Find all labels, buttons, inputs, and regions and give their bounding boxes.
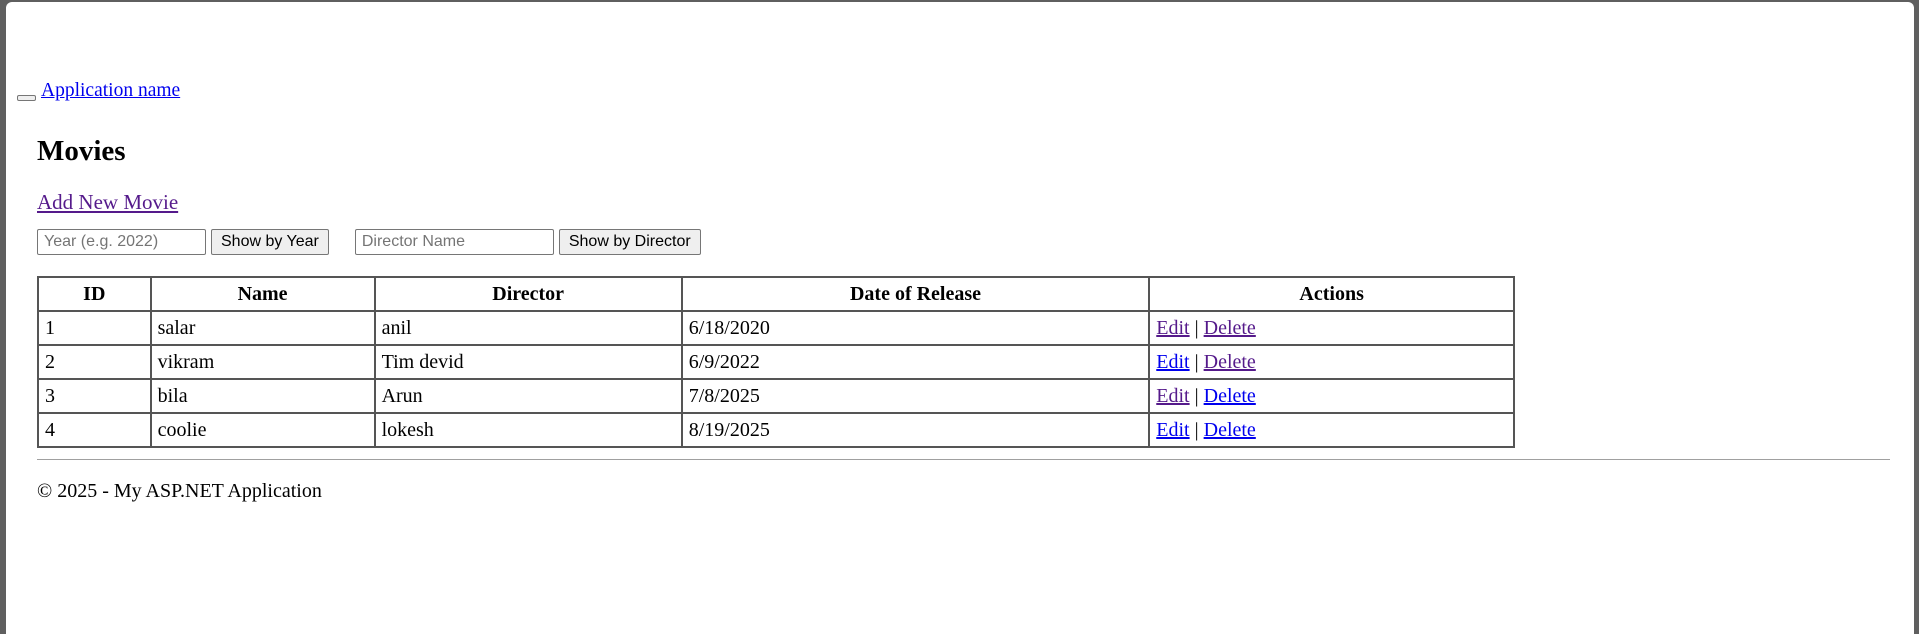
cell-director: Tim devid	[373, 344, 683, 380]
show-by-year-button[interactable]: Show by Year	[211, 229, 329, 255]
delete-link[interactable]: Delete	[1204, 317, 1256, 339]
cell-director: lokesh	[373, 412, 683, 448]
show-by-director-button[interactable]: Show by Director	[558, 229, 701, 255]
footer-text: © 2025 - My ASP.NET Application	[37, 480, 322, 502]
cell-director: anil	[373, 310, 683, 346]
delete-link[interactable]: Delete	[1204, 419, 1256, 441]
cell-date: 7/8/2025	[680, 378, 1151, 414]
add-new-movie-link[interactable]: Add New Movie	[37, 190, 178, 215]
cell-name: coolie	[149, 412, 376, 448]
edit-link[interactable]: Edit	[1156, 351, 1189, 373]
navbar-toggle-button[interactable]	[17, 95, 36, 101]
cell-name: salar	[149, 310, 376, 346]
page-title: Movies	[37, 135, 126, 167]
brand-link[interactable]: Application name	[41, 80, 180, 102]
table-row: 3 bila Arun 7/8/2025 Edit | Delete	[37, 378, 1515, 414]
cell-date: 8/19/2025	[680, 412, 1151, 448]
edit-link[interactable]: Edit	[1156, 419, 1189, 441]
table-row: 4 coolie lokesh 8/19/2025 Edit | Delete	[37, 412, 1515, 448]
column-header-actions: Actions	[1148, 276, 1515, 312]
edit-link[interactable]: Edit	[1156, 317, 1189, 339]
edit-link[interactable]: Edit	[1156, 385, 1189, 407]
cell-id: 3	[37, 378, 152, 414]
cell-date: 6/18/2020	[680, 310, 1151, 346]
cell-actions: Edit | Delete	[1148, 378, 1515, 414]
cell-director: Arun	[373, 378, 683, 414]
delete-link[interactable]: Delete	[1204, 351, 1256, 373]
cell-id: 4	[37, 412, 152, 448]
cell-actions: Edit | Delete	[1148, 344, 1515, 380]
movies-table: ID Name Director Date of Release Actions…	[37, 276, 1515, 448]
cell-name: bila	[149, 378, 376, 414]
director-input[interactable]	[354, 229, 554, 255]
table-row: 2 vikram Tim devid 6/9/2022 Edit | Delet…	[37, 344, 1515, 380]
column-header-id: ID	[37, 276, 152, 312]
main-content: Movies Add New Movie Show by Year Show b…	[37, 132, 1890, 503]
action-separator: |	[1194, 418, 1199, 441]
cell-name: vikram	[149, 344, 376, 380]
action-separator: |	[1194, 316, 1199, 339]
action-separator: |	[1194, 384, 1199, 407]
year-input[interactable]	[37, 229, 206, 255]
cell-actions: Edit | Delete	[1148, 310, 1515, 346]
column-header-name: Name	[149, 276, 376, 312]
cell-actions: Edit | Delete	[1148, 412, 1515, 448]
table-header-row: ID Name Director Date of Release Actions	[37, 276, 1515, 312]
cell-id: 1	[37, 310, 152, 346]
filter-bar: Show by Year Show by Director	[37, 229, 1890, 255]
browser-page: Application name Movies Add New Movie Sh…	[6, 2, 1914, 634]
cell-date: 6/9/2022	[680, 344, 1151, 380]
column-header-date: Date of Release	[680, 276, 1151, 312]
action-separator: |	[1194, 350, 1199, 373]
cell-id: 2	[37, 344, 152, 380]
table-row: 1 salar anil 6/18/2020 Edit | Delete	[37, 310, 1515, 346]
delete-link[interactable]: Delete	[1204, 385, 1256, 407]
footer-divider	[37, 459, 1890, 460]
column-header-director: Director	[373, 276, 683, 312]
